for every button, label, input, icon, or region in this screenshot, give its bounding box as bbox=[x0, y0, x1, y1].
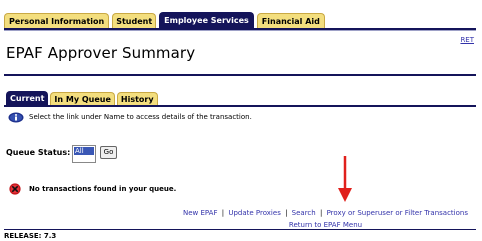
bottom-links-row-1: New EPAF | Update Proxies | Search | Pro… bbox=[183, 207, 468, 219]
tab-current[interactable]: Current bbox=[6, 91, 49, 105]
queue-status-select[interactable]: All bbox=[72, 145, 96, 163]
queue-status-label: Queue Status: bbox=[6, 148, 71, 157]
link-separator: | bbox=[285, 209, 288, 217]
tab-financial-aid[interactable]: Financial Aid bbox=[256, 13, 325, 28]
tab-student[interactable]: Student bbox=[112, 13, 157, 28]
info-icon bbox=[8, 112, 24, 122]
error-text: No transactions found in your queue. bbox=[29, 185, 177, 193]
update-proxies-link[interactable]: Update Proxies bbox=[228, 209, 281, 217]
tab-personal-information[interactable]: Personal Information bbox=[4, 13, 110, 28]
return-to-epaf-menu-link[interactable]: Return to EPAF Menu bbox=[289, 221, 362, 229]
info-text: Select the link under Name to access det… bbox=[29, 113, 252, 121]
release-label: RELEASE: 7.3 bbox=[4, 232, 57, 240]
go-button[interactable]: Go bbox=[100, 146, 117, 159]
footer-divider bbox=[4, 229, 476, 230]
tab-in-my-queue[interactable]: In My Queue bbox=[50, 92, 115, 105]
tab-employee-services[interactable]: Employee Services bbox=[159, 12, 254, 28]
top-tab-bar: Personal Information Student Employee Se… bbox=[4, 12, 328, 28]
page-title: EPAF Approver Summary bbox=[6, 44, 196, 62]
title-divider bbox=[4, 74, 476, 76]
sub-tab-bar: Current In My Queue History bbox=[6, 91, 160, 105]
error-message: No transactions found in your queue. bbox=[9, 182, 176, 196]
error-icon bbox=[9, 183, 21, 195]
top-tab-divider-light bbox=[4, 30, 476, 31]
red-arrow-annotation bbox=[338, 156, 352, 202]
queue-status-option-all[interactable]: All bbox=[74, 147, 94, 155]
sub-tab-divider bbox=[4, 105, 476, 107]
search-link[interactable]: Search bbox=[292, 209, 316, 217]
new-epaf-link[interactable]: New EPAF bbox=[183, 209, 218, 217]
link-separator: | bbox=[221, 209, 225, 217]
info-message: Select the link under Name to access det… bbox=[8, 111, 252, 123]
proxy-superuser-filter-link[interactable]: Proxy or Superuser or Filter Transaction… bbox=[327, 209, 468, 217]
ret-link[interactable]: RET bbox=[460, 36, 474, 44]
link-separator: | bbox=[319, 209, 323, 217]
bottom-links: New EPAF | Update Proxies | Search | Pro… bbox=[183, 207, 468, 231]
tab-history[interactable]: History bbox=[116, 92, 158, 105]
